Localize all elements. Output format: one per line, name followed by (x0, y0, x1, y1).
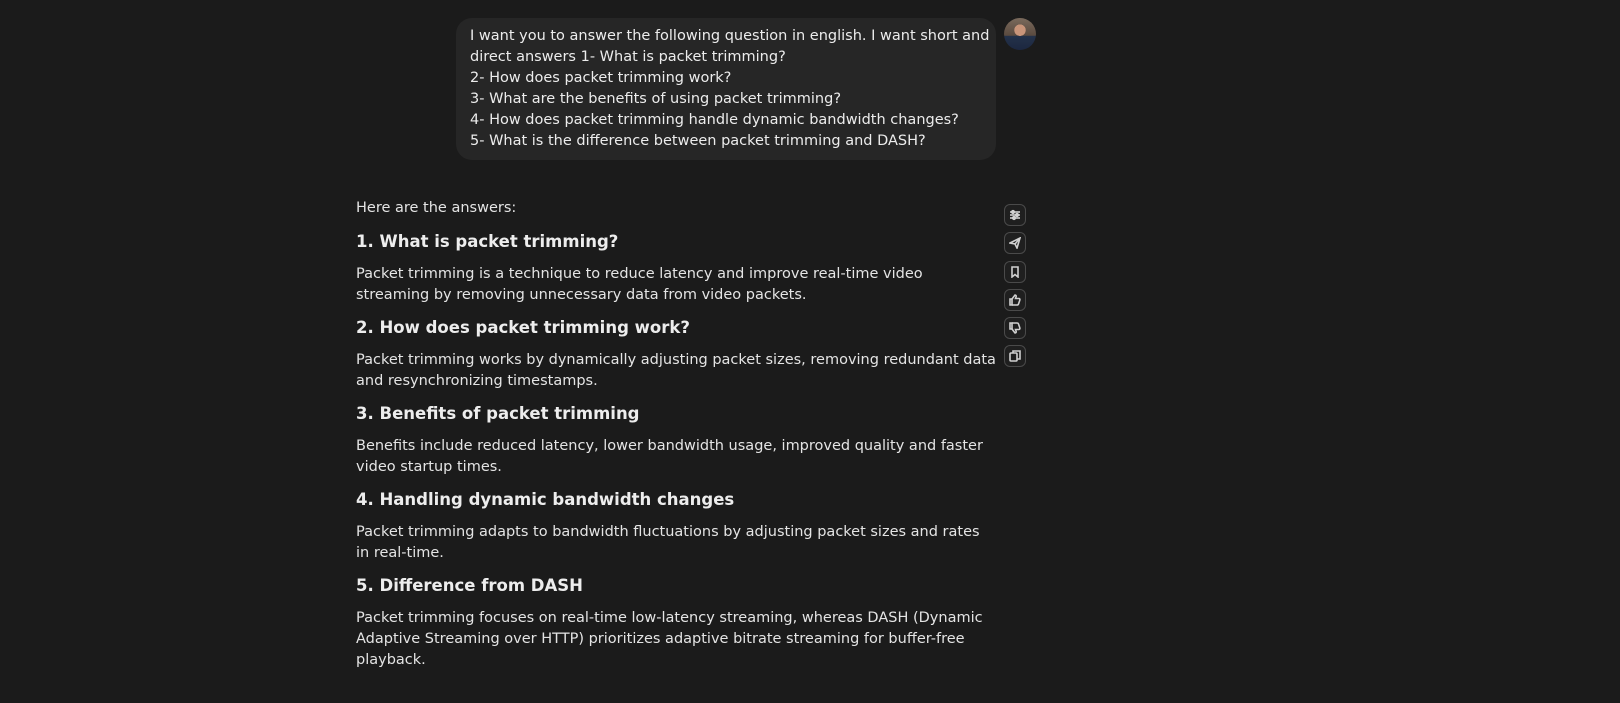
user-message-line: 3- What are the benefits of using packet… (470, 91, 842, 107)
section-body: Packet trimming focuses on real-time low… (356, 610, 983, 668)
send-icon (1009, 237, 1021, 249)
thumbs-down-icon (1009, 322, 1021, 334)
section-body: Packet trimming is a technique to reduce… (356, 266, 923, 303)
copy-icon (1009, 350, 1021, 362)
user-message-line: direct answers 1- What is packet trimmin… (470, 49, 786, 65)
section-body: Packet trimming adapts to bandwidth fluc… (356, 524, 980, 561)
sliders-icon (1010, 209, 1020, 221)
bookmark-button[interactable] (1004, 261, 1026, 283)
dislike-button[interactable] (1004, 317, 1026, 339)
user-message-line: 5- What is the difference between packet… (470, 133, 926, 149)
response-intro: Here are the answers: (356, 200, 517, 216)
section-heading: 3. Benefits of packet trimming (356, 404, 640, 423)
section-body: Benefits include reduced latency, lower … (356, 438, 983, 475)
section-heading: 4. Handling dynamic bandwidth changes (356, 490, 735, 509)
section-heading: 2. How does packet trimming work? (356, 318, 690, 337)
bookmark-icon (1011, 266, 1019, 278)
user-message-line: 2- How does packet trimming work? (470, 70, 732, 86)
user-message-bubble: I want you to answer the following quest… (456, 18, 996, 160)
thumbs-up-icon (1009, 294, 1021, 306)
copy-button[interactable] (1004, 345, 1026, 367)
user-message-line: I want you to answer the following quest… (470, 28, 990, 44)
like-button[interactable] (1004, 289, 1026, 311)
avatar[interactable] (1004, 18, 1036, 50)
user-message-line: 4- How does packet trimming handle dynam… (470, 112, 959, 128)
section-heading: 1. What is packet trimming? (356, 232, 619, 251)
share-button[interactable] (1004, 232, 1026, 254)
section-heading: 5. Difference from DASH (356, 576, 583, 595)
settings-button[interactable] (1004, 204, 1026, 226)
section-body: Packet trimming works by dynamically adj… (356, 352, 996, 389)
